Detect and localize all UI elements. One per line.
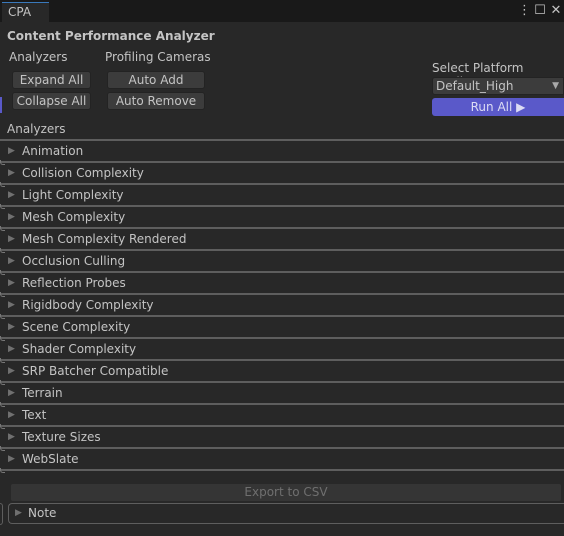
note-foldout[interactable]: ▶ Note [8, 503, 564, 524]
analyzer-label: Terrain [22, 386, 63, 400]
foldout-arrow-icon: ▶ [8, 256, 15, 266]
analyzer-foldout[interactable]: ▶ Light Complexity [0, 185, 564, 209]
dropdown-arrow-icon: ▼ [552, 81, 559, 91]
analyzer-label: Collision Complexity [22, 166, 144, 180]
more-vert-icon[interactable]: ⋮ [518, 3, 531, 19]
analyzer-list: ▶ Animation ▶ Collision Complexity ▶ Light … [0, 139, 564, 473]
foldout-arrow-icon: ▶ [8, 234, 15, 244]
analyzer-label: Rigidbody Complexity [22, 298, 154, 312]
analyzer-foldout[interactable]: ▶ Text [0, 405, 564, 429]
analyzer-label: Scene Complexity [22, 320, 131, 334]
analyzer-label: SRP Batcher Compatible [22, 364, 169, 378]
platform-quality-value: Default_High [436, 79, 514, 93]
analyzer-label: Texture Sizes [22, 430, 101, 444]
auto-add-button[interactable]: Auto Add [107, 71, 205, 89]
foldout-arrow-icon: ▶ [8, 212, 15, 222]
foldout-arrow-icon: ▶ [8, 366, 15, 376]
analyzer-foldout[interactable]: ▶ Animation [0, 141, 564, 165]
expand-all-button[interactable]: Expand All [12, 71, 91, 89]
auto-remove-button[interactable]: Auto Remove [107, 92, 205, 110]
analyzer-label: Text [22, 408, 47, 422]
analyzer-foldout[interactable]: ▶ Scene Complexity [0, 317, 564, 341]
foldout-arrow-icon: ▶ [15, 508, 22, 518]
foldout-arrow-icon: ▶ [8, 410, 15, 420]
window-controls: ⋮ ☐ ✕ [518, 2, 564, 20]
analyzer-label: Light Complexity [22, 188, 124, 202]
export-csv-button[interactable]: Export to CSV [11, 484, 561, 501]
collapse-all-button[interactable]: Collapse All [12, 92, 91, 110]
analyzer-foldout[interactable]: ▶ Terrain [0, 383, 564, 407]
foldout-arrow-icon: ▶ [8, 432, 15, 442]
note-label: Note [28, 506, 57, 520]
profiling-cameras-label: Profiling Cameras [105, 50, 211, 64]
foldout-arrow-icon: ▶ [8, 300, 15, 310]
analyzers-group-label: Analyzers [9, 50, 68, 64]
left-edge-marker [0, 97, 2, 113]
analyzer-foldout[interactable]: ▶ Mesh Complexity [0, 207, 564, 231]
analyzer-label: Occlusion Culling [22, 254, 126, 268]
analyzer-label: WebSlate [22, 452, 79, 466]
analyzer-foldout[interactable]: ▶ Reflection Probes [0, 273, 564, 297]
analyzer-label: Shader Complexity [22, 342, 137, 356]
analyzer-foldout[interactable]: ▶ Occlusion Culling [0, 251, 564, 275]
analyzer-foldout[interactable]: ▶ Shader Complexity [0, 339, 564, 363]
foldout-arrow-icon: ▶ [8, 168, 15, 178]
foldout-arrow-icon: ▶ [8, 322, 15, 332]
analyzer-label: Mesh Complexity [22, 210, 126, 224]
foldout-arrow-icon: ▶ [8, 146, 15, 156]
note-left-marker [0, 503, 3, 525]
analyzer-label: Reflection Probes [22, 276, 126, 290]
platform-quality-select[interactable]: Default_High ▼ [432, 77, 564, 95]
analyzer-label: Animation [22, 144, 84, 158]
close-icon[interactable]: ✕ [550, 3, 562, 19]
analyzer-foldout[interactable]: ▶ Rigidbody Complexity [0, 295, 564, 319]
run-all-button[interactable]: Run All ▶ [432, 98, 564, 116]
row-separator [0, 468, 5, 473]
tab-bar: CPA ⋮ ☐ ✕ [0, 0, 564, 22]
analyzer-foldout[interactable]: ▶ Collision Complexity [0, 163, 564, 187]
maximize-icon[interactable]: ☐ [534, 3, 546, 19]
foldout-arrow-icon: ▶ [8, 388, 15, 398]
analyzer-foldout[interactable]: ▶ SRP Batcher Compatible [0, 361, 564, 385]
analyzer-foldout[interactable]: ▶ Mesh Complexity Rendered [0, 229, 564, 253]
foldout-arrow-icon: ▶ [8, 278, 15, 288]
analyzer-foldout[interactable]: ▶ Texture Sizes [0, 427, 564, 451]
analyzer-label: Mesh Complexity Rendered [22, 232, 187, 246]
tab-cpa[interactable]: CPA [2, 2, 49, 22]
page-title: Content Performance Analyzer [7, 29, 215, 43]
foldout-arrow-icon: ▶ [8, 344, 15, 354]
analyzers-section-label: Analyzers [7, 122, 66, 136]
analyzer-foldout[interactable]: ▶ WebSlate [0, 449, 564, 473]
foldout-arrow-icon: ▶ [8, 454, 15, 464]
foldout-arrow-icon: ▶ [8, 190, 15, 200]
